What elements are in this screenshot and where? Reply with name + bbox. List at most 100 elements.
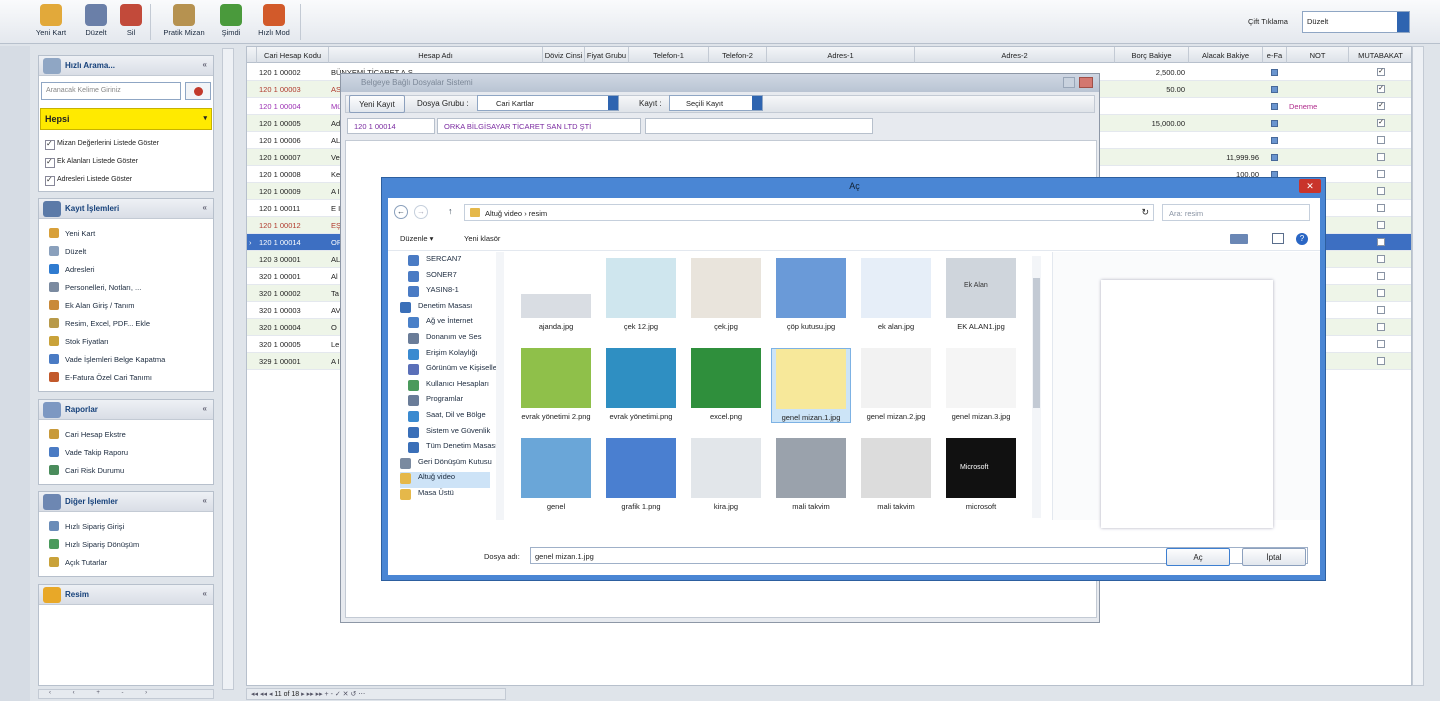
collapse-icon[interactable]: « — [203, 203, 207, 212]
duzenle-menu[interactable]: Düzenle ▾ — [400, 234, 433, 243]
search-go-button[interactable] — [185, 82, 211, 100]
column-header[interactable]: Hesap Adı — [329, 47, 543, 63]
file-item[interactable]: çek.jpg — [686, 258, 766, 331]
mutabakat-checkbox[interactable] — [1377, 255, 1385, 263]
toolbar-button-4[interactable]: Şimdi — [216, 2, 246, 42]
file-scroll-thumb[interactable] — [1033, 278, 1040, 408]
sidebar-item[interactable]: Stok Fiyatları — [39, 333, 213, 351]
mutabakat-checkbox[interactable] — [1377, 221, 1385, 229]
search-input[interactable]: Aranacak Kelime Giriniz — [41, 82, 181, 100]
mutabakat-checkbox[interactable] — [1377, 187, 1385, 195]
file-item[interactable]: mali takvim — [771, 438, 851, 511]
back-icon[interactable]: ← — [394, 205, 408, 219]
tree-item[interactable]: SONER7 — [408, 270, 457, 286]
grid-pager[interactable]: ◂◂ ◂◂ ◂ 11 of 18 ▸ ▸▸ ▸▸ + - ✓ ✕ ↺ ⋯ — [246, 688, 506, 700]
file-item[interactable]: ek alan.jpg — [856, 258, 936, 331]
tree-scroll-track[interactable] — [496, 252, 504, 520]
yeni-kayit-button[interactable]: Yeni Kayıt — [349, 95, 405, 113]
column-header[interactable]: Cari Hesap Kodu — [257, 47, 329, 63]
kayit-select[interactable]: Seçili Kayıt — [669, 95, 763, 111]
raporlar-header[interactable]: Raporlar « — [39, 400, 213, 420]
mutabakat-checkbox[interactable] — [1377, 170, 1385, 178]
quick-search-header[interactable]: Hızlı Arama... « — [39, 56, 213, 76]
file-scroll-track[interactable] — [1032, 256, 1041, 518]
sidebar-item[interactable]: Adresleri — [39, 261, 213, 279]
path-segment-0[interactable]: Altuğ video — [485, 209, 522, 218]
column-header[interactable]: e-Fa — [1263, 47, 1287, 63]
toolbar-button-5[interactable]: Hızlı Mod — [254, 2, 294, 42]
sidebar-item[interactable]: Ek Alan Giriş / Tanım — [39, 297, 213, 315]
tree-item[interactable]: Kullanıcı Hesapları — [408, 379, 489, 395]
mutabakat-checkbox[interactable] — [1377, 340, 1385, 348]
column-header[interactable]: Alacak Bakiye — [1189, 47, 1263, 63]
toolbar-button-3[interactable]: Pratik Mizan — [158, 2, 210, 42]
tree-item[interactable]: Programlar — [408, 394, 463, 410]
close-icon[interactable] — [1079, 77, 1093, 88]
sidebar-item[interactable]: Personelleri, Notları, ... — [39, 279, 213, 297]
mutabakat-checkbox[interactable]: ✓ — [1377, 119, 1385, 127]
belge-code-field[interactable]: 120 1 00014 — [347, 118, 435, 134]
column-header[interactable]: Fiyat Grubu — [585, 47, 629, 63]
file-item[interactable]: genel — [516, 438, 596, 511]
mutabakat-checkbox[interactable] — [1377, 289, 1385, 297]
sidebar-item[interactable]: Cari Hesap Ekstre — [39, 426, 213, 444]
toolbar-button-0[interactable]: Yeni Kart — [30, 2, 72, 42]
sidebar-item[interactable]: Hızlı Sipariş Dönüşüm — [39, 536, 213, 554]
column-header[interactable]: NOT — [1287, 47, 1349, 63]
tree-item[interactable]: Sistem ve Güvenlik — [408, 426, 490, 442]
pager-nav-right[interactable]: ▸ ▸▸ ▸▸ + - ✓ ✕ ↺ ⋯ — [299, 691, 365, 698]
collapse-icon[interactable]: « — [203, 496, 207, 505]
file-item[interactable]: excel.png — [686, 348, 766, 421]
mutabakat-checkbox[interactable] — [1377, 153, 1385, 161]
sidebar-item[interactable]: Yeni Kart — [39, 225, 213, 243]
file-item[interactable]: evrak yönetimi 2.png — [516, 348, 596, 421]
chevron-down-icon[interactable] — [752, 96, 762, 110]
file-item[interactable]: çöp kutusu.jpg — [771, 258, 851, 331]
cift-tiklama-select[interactable]: Düzelt — [1302, 11, 1410, 33]
sidebar-scroll-track[interactable] — [222, 48, 234, 690]
search-field[interactable]: Ara: resim — [1162, 204, 1310, 221]
tree-item[interactable]: Donanım ve Ses — [408, 332, 481, 348]
diger-islemler-header[interactable]: Diğer İşlemler « — [39, 492, 213, 512]
file-item[interactable]: çek 12.jpg — [601, 258, 681, 331]
sidebar-item[interactable]: Cari Risk Durumu — [39, 462, 213, 480]
belge-name-field[interactable]: ORKA BİLGİSAYAR TİCARET SAN LTD ŞTİ — [437, 118, 641, 134]
tree-item[interactable]: Ağ ve İnternet — [408, 316, 473, 332]
file-item[interactable]: kira.jpg — [686, 438, 766, 511]
file-item[interactable]: genel mizan.1.jpg — [771, 348, 851, 423]
ac-button[interactable]: Aç — [1166, 548, 1230, 566]
tree-item[interactable]: Saat, Dil ve Bölge — [408, 410, 486, 426]
collapse-icon[interactable]: « — [203, 404, 207, 413]
column-header[interactable]: MUTABAKAT — [1349, 47, 1411, 63]
chevron-down-icon[interactable] — [608, 96, 618, 110]
mutabakat-checkbox[interactable]: ✓ — [1377, 102, 1385, 110]
toolbar-button-1[interactable]: Düzelt — [78, 2, 114, 42]
list-option-checkbox[interactable]: Mizan Değerlerini Listede Göster — [39, 136, 213, 154]
list-option-checkbox[interactable]: Adresleri Listede Göster — [39, 172, 213, 190]
tree-item[interactable]: YASIN8-1 — [408, 285, 459, 301]
tree-item[interactable]: Masa Üstü — [400, 488, 454, 504]
refresh-icon[interactable]: ↻ — [1141, 207, 1149, 218]
grid-scroll-track[interactable] — [1412, 46, 1424, 686]
yeni-klasor-button[interactable]: Yeni klasör — [464, 234, 500, 243]
sidebar-item[interactable]: Hızlı Sipariş Girişi — [39, 518, 213, 536]
sidebar-item[interactable]: E-Fatura Özel Cari Tanımı — [39, 369, 213, 387]
up-icon[interactable]: ↑ — [448, 206, 453, 216]
list-option-checkbox[interactable]: Ek Alanları Listede Göster — [39, 154, 213, 172]
mutabakat-checkbox[interactable] — [1377, 323, 1385, 331]
tree-item[interactable]: Görünüm ve Kişiselleştirme — [408, 363, 496, 379]
tree-item[interactable]: Altuğ video — [400, 472, 490, 489]
resim-header[interactable]: Resim « — [39, 585, 213, 605]
column-header[interactable]: Telefon-1 — [629, 47, 709, 63]
address-bar[interactable]: Altuğ video › resim ↻ — [464, 204, 1154, 221]
sidebar-item[interactable]: Resim, Excel, PDF... Ekle — [39, 315, 213, 333]
tree-item[interactable]: Geri Dönüşüm Kutusu — [400, 457, 492, 473]
dosya-grubu-select[interactable]: Cari Kartlar — [477, 95, 619, 111]
mutabakat-checkbox[interactable] — [1377, 238, 1385, 246]
close-icon[interactable]: ✕ — [1299, 179, 1321, 193]
mutabakat-checkbox[interactable] — [1377, 272, 1385, 280]
preview-pane-icon[interactable] — [1272, 233, 1284, 244]
belge-extra-field[interactable] — [645, 118, 873, 134]
toolbar-button-2[interactable]: Sil — [116, 2, 146, 42]
sidebar-item[interactable]: Vade İşlemleri Belge Kapatma — [39, 351, 213, 369]
